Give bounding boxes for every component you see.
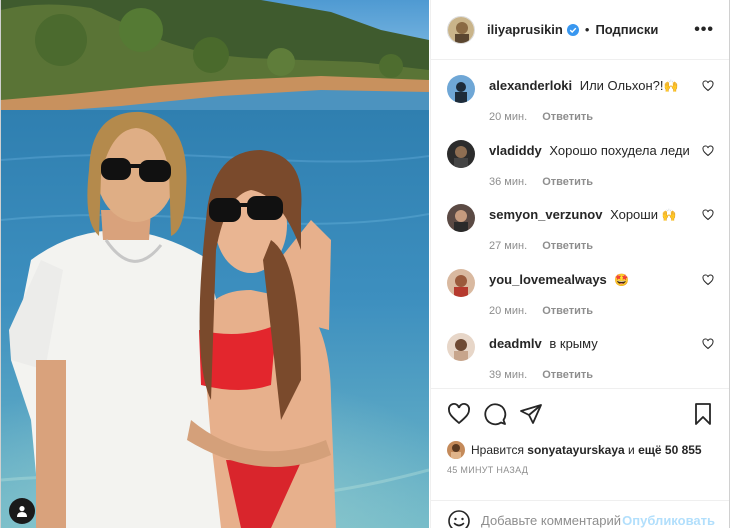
comment-text: Хорошо похудела леди <box>549 142 690 158</box>
commenter-username[interactable]: deadmlv <box>489 336 542 351</box>
instagram-post: iliyaprusikin • Подписки ••• alexanderlo… <box>0 0 730 528</box>
comment-time[interactable]: 36 мин. <box>489 176 527 188</box>
more-options-button[interactable]: ••• <box>694 21 714 39</box>
post-actions-section: Нравится sonyatayurskaya и ещё 50 855 45… <box>431 388 729 475</box>
author-username[interactable]: iliyaprusikin <box>487 22 563 37</box>
comment-text-line: you_lovemealways 🤩 <box>489 272 694 288</box>
comment-text: Хороши <box>610 207 658 223</box>
comment-emoji: 🙌 <box>663 79 679 93</box>
comment-body: alexanderloki Или Ольхон?!🙌 20 мин. Отве… <box>489 78 694 125</box>
comment-meta: 27 мин. Ответить <box>489 239 694 254</box>
author-avatar[interactable] <box>447 15 475 44</box>
comments-list[interactable]: alexanderloki Или Ольхон?!🙌 20 мин. Отве… <box>431 60 729 390</box>
comment-like-heart-icon[interactable] <box>702 274 714 286</box>
comment-body: deadmlv в крыму 39 мин. Ответить <box>489 336 694 383</box>
comment-time[interactable]: 39 мин. <box>489 369 527 381</box>
reply-button[interactable]: Ответить <box>542 369 593 381</box>
liker-avatar[interactable] <box>447 441 465 459</box>
commenter-avatar[interactable] <box>447 204 475 233</box>
heart-icon[interactable] <box>447 402 471 426</box>
likes-count-link[interactable]: ещё 50 855 <box>638 443 702 457</box>
following-button[interactable]: Подписки <box>595 22 658 37</box>
tagged-people-button[interactable] <box>9 498 35 524</box>
comment-item: you_lovemealways 🤩 20 мин. Ответить <box>447 260 714 325</box>
comment-item: alexanderloki Или Ольхон?!🙌 20 мин. Отве… <box>447 66 714 131</box>
commenter-avatar[interactable] <box>447 333 475 362</box>
likes-prefix: Нравится <box>471 443 524 457</box>
comment-body: semyon_verzunov Хороши 🙌 27 мин. Ответит… <box>489 207 694 254</box>
comment-body: vladiddy Хорошо похудела леди 36 мин. От… <box>489 143 694 190</box>
comment-text-line: alexanderloki Или Ольхон?!🙌 <box>489 78 694 94</box>
comment-emoji: 🙌 <box>661 208 677 223</box>
reply-button[interactable]: Ответить <box>542 305 593 317</box>
commenter-username[interactable]: you_lovemealways <box>489 272 607 287</box>
comment-item: semyon_verzunov Хороши 🙌 27 мин. Ответит… <box>447 195 714 260</box>
comment-text-line: deadmlv в крыму <box>489 336 694 352</box>
comment-meta: 20 мин. Ответить <box>489 110 694 125</box>
comment-meta: 39 мин. Ответить <box>489 368 694 383</box>
comment-like-heart-icon[interactable] <box>702 209 714 221</box>
post-header: iliyaprusikin • Подписки ••• <box>431 0 729 60</box>
comment-body: you_lovemealways 🤩 20 мин. Ответить <box>489 272 694 319</box>
person-tag-icon <box>17 506 27 517</box>
reply-button[interactable]: Ответить <box>542 111 593 123</box>
comment-like-heart-icon[interactable] <box>702 145 714 157</box>
post-side-panel: iliyaprusikin • Подписки ••• alexanderlo… <box>430 0 729 528</box>
commenter-username[interactable]: alexanderloki <box>489 78 572 93</box>
likes-middle: и <box>628 443 635 457</box>
comment-meta: 36 мин. Ответить <box>489 175 694 190</box>
comment-time[interactable]: 20 мин. <box>489 305 527 317</box>
likes-summary: Нравится sonyatayurskaya и ещё 50 855 <box>471 443 702 457</box>
comment-time[interactable]: 27 мин. <box>489 240 527 252</box>
likes-row: Нравится sonyatayurskaya и ещё 50 855 <box>447 441 715 459</box>
commenter-username[interactable]: vladiddy <box>489 143 542 158</box>
post-photo-image <box>1 0 429 528</box>
publish-button[interactable]: Опубликовать <box>622 513 715 528</box>
comment-text: Или Ольхон?! <box>579 78 664 93</box>
header-separator: • <box>584 22 590 37</box>
comment-meta: 20 мин. Ответить <box>489 304 694 319</box>
commenter-avatar[interactable] <box>447 268 475 297</box>
add-comment-bar: Опубликовать <box>431 500 729 528</box>
commenter-avatar[interactable] <box>447 139 475 168</box>
comment-time[interactable]: 20 мин. <box>489 111 527 123</box>
post-timestamp[interactable]: 45 МИНУТ НАЗАД <box>447 465 715 475</box>
reply-button[interactable]: Ответить <box>542 176 593 188</box>
comment-bubble-icon[interactable] <box>483 402 507 426</box>
action-buttons-row <box>447 401 715 427</box>
reply-button[interactable]: Ответить <box>542 240 593 252</box>
comment-item: vladiddy Хорошо похудела леди 36 мин. От… <box>447 131 714 196</box>
paper-plane-icon[interactable] <box>519 402 543 426</box>
comment-text-line: semyon_verzunov Хороши 🙌 <box>489 207 694 223</box>
smiley-icon[interactable] <box>447 509 471 528</box>
commenter-username[interactable]: semyon_verzunov <box>489 207 602 222</box>
comment-text: в крыму <box>549 336 598 352</box>
verified-badge-icon <box>566 23 579 36</box>
comment-input[interactable] <box>481 513 623 528</box>
comment-like-heart-icon[interactable] <box>702 338 714 350</box>
post-photo[interactable] <box>1 0 429 528</box>
liker-username[interactable]: sonyatayurskaya <box>527 443 624 457</box>
comment-item: deadmlv в крыму 39 мин. Ответить <box>447 324 714 389</box>
bookmark-icon[interactable] <box>691 402 715 426</box>
comment-like-heart-icon[interactable] <box>702 80 714 92</box>
comment-text-line: vladiddy Хорошо похудела леди <box>489 143 694 159</box>
commenter-avatar[interactable] <box>447 75 475 103</box>
comment-emoji: 🤩 <box>614 272 630 287</box>
